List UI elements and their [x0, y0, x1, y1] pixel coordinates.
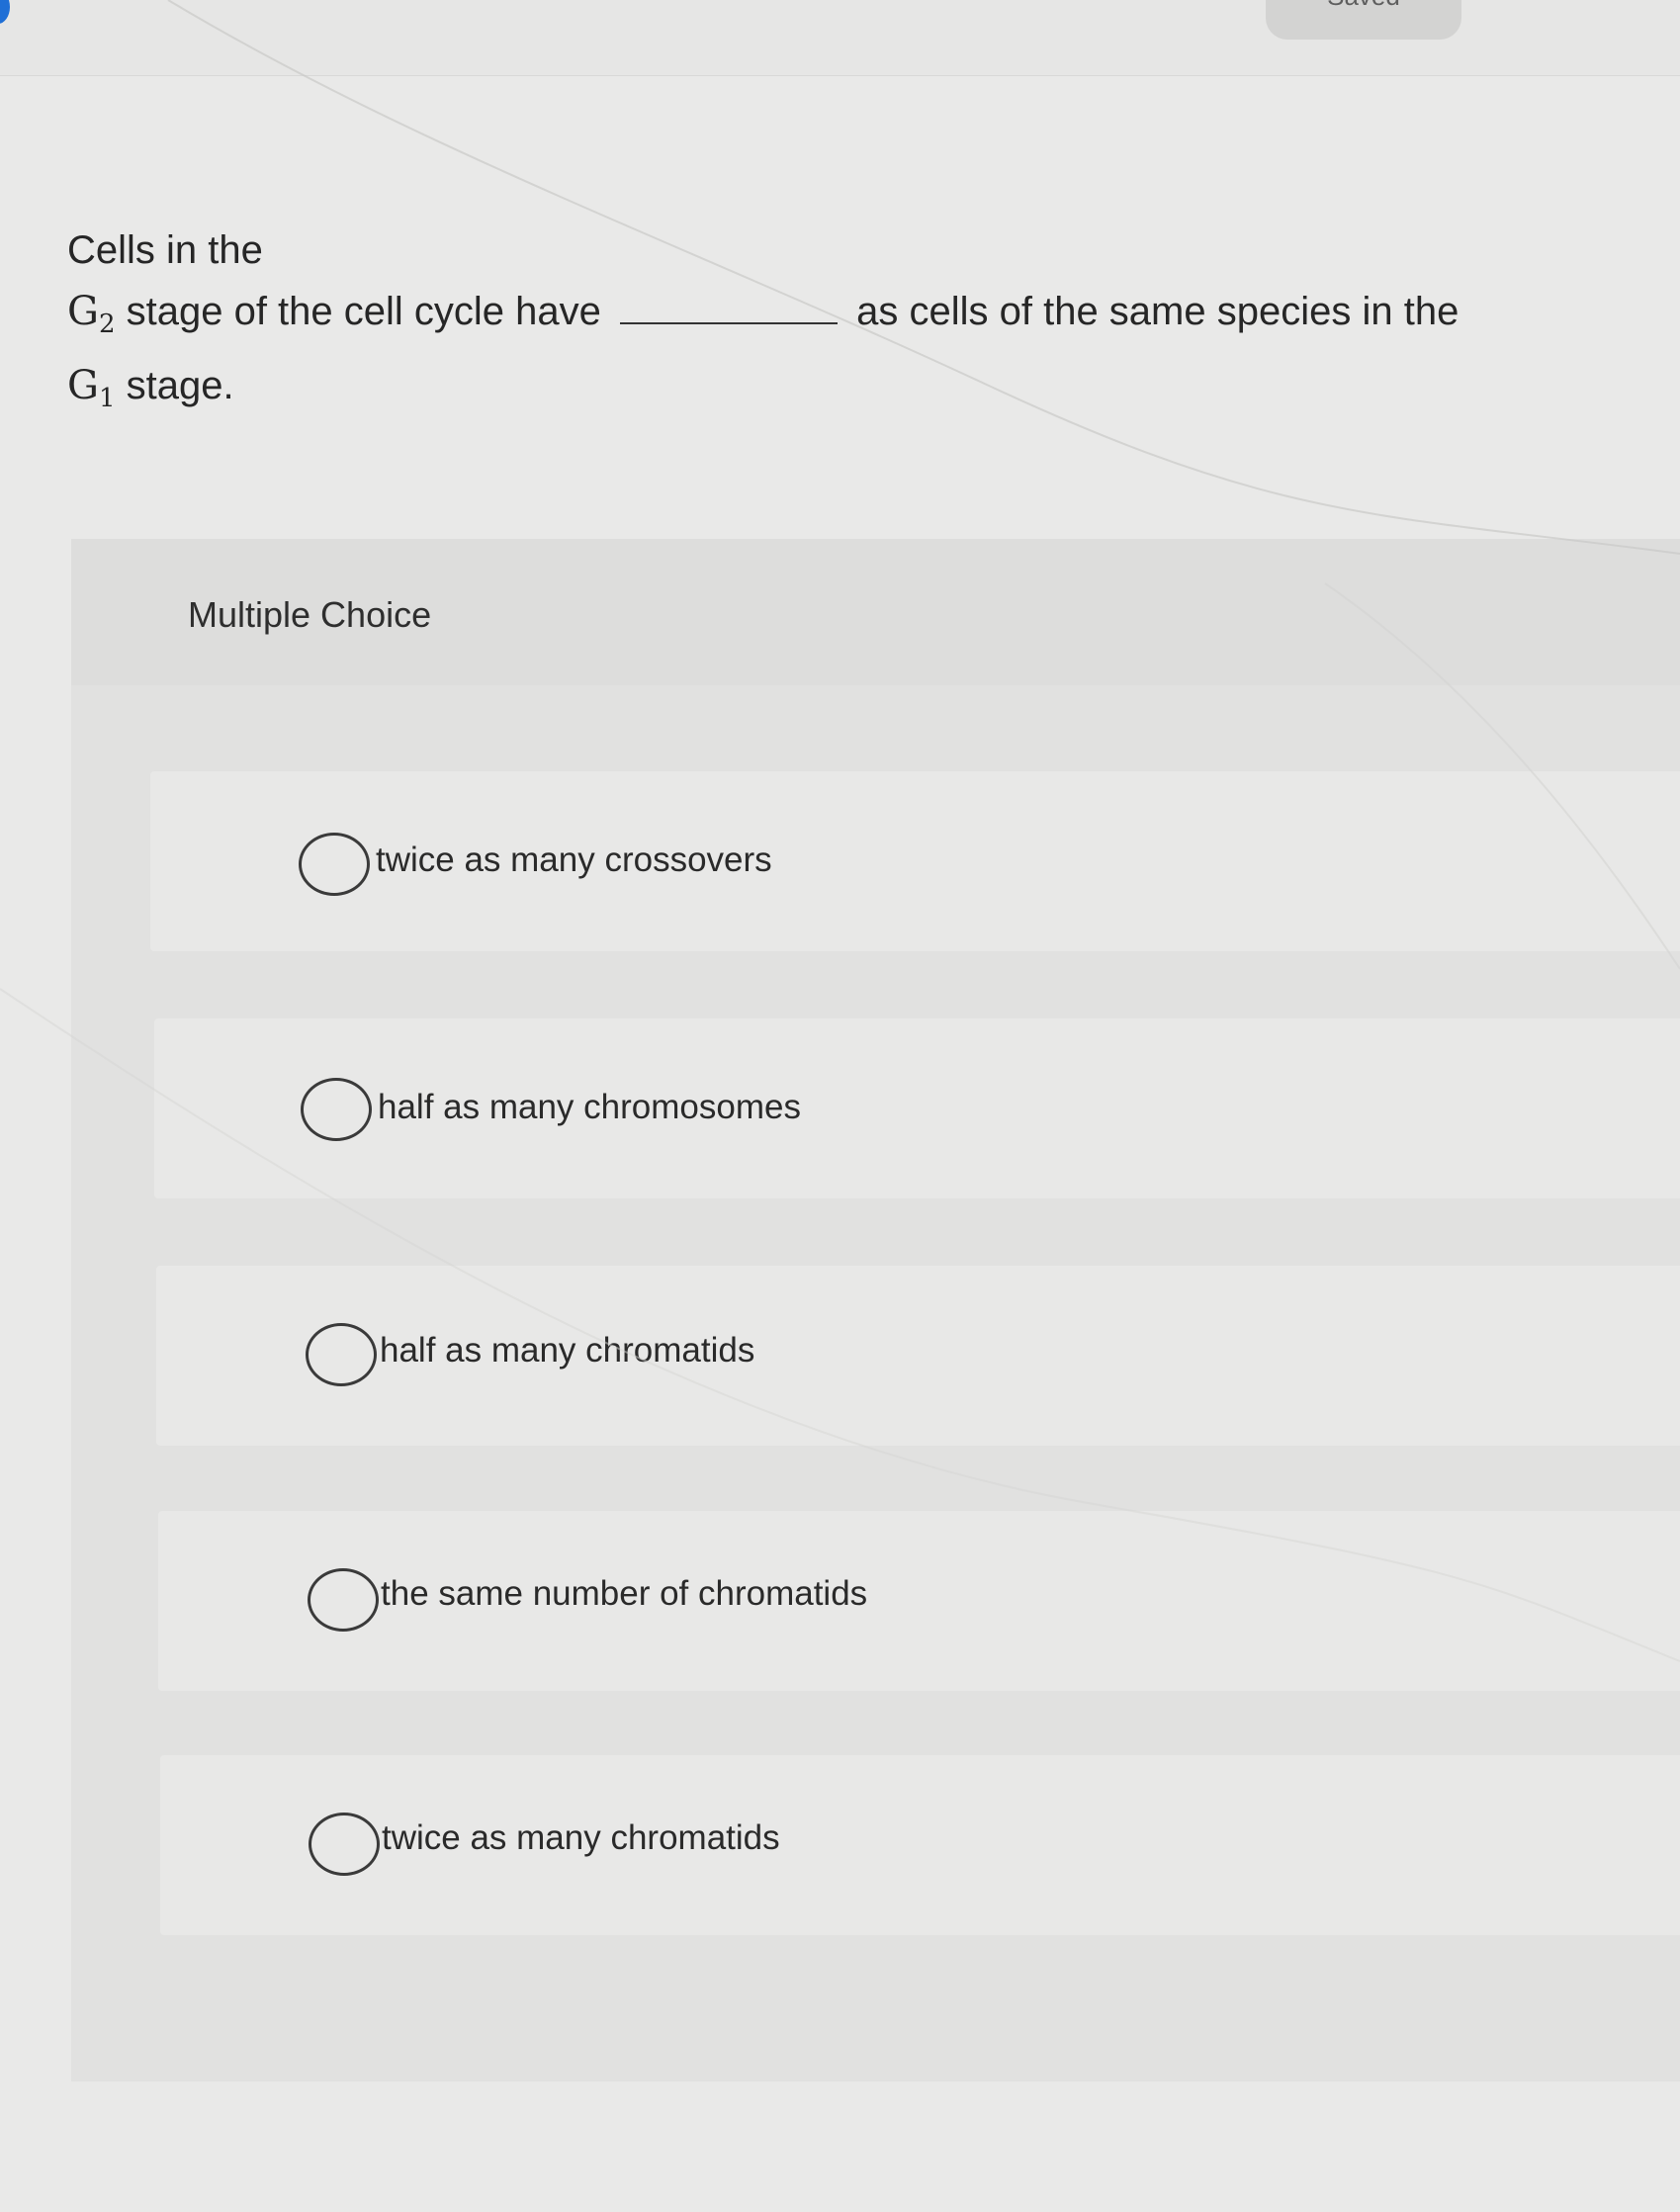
radio-button-icon[interactable]: [306, 1323, 377, 1386]
radio-button-icon[interactable]: [308, 1568, 379, 1632]
choice-label: twice as many crossovers: [376, 841, 772, 879]
saved-label: Saved: [1266, 0, 1461, 16]
question-line-1: Cells in the: [67, 228, 263, 272]
choice-option-2[interactable]: half as many chromosomes: [154, 1018, 1680, 1198]
saved-status-badge: Saved: [1266, 0, 1461, 40]
radio-button-icon[interactable]: [309, 1813, 380, 1876]
choice-label: half as many chromosomes: [378, 1088, 801, 1126]
choice-option-3[interactable]: half as many chromatids: [156, 1266, 1680, 1446]
choice-option-1[interactable]: twice as many crossovers: [150, 771, 1680, 951]
choice-label: the same number of chromatids: [381, 1574, 868, 1613]
g1-symbol: G1: [67, 363, 116, 413]
question-prompt: Cells in the G2 stage of the cell cycle …: [67, 220, 1649, 429]
status-indicator: [0, 0, 10, 24]
radio-button-icon[interactable]: [299, 833, 370, 896]
question-line-2: G2 stage of the cell cycle have as cells…: [67, 281, 1649, 355]
multiple-choice-title: Multiple Choice: [188, 594, 432, 635]
answer-blank: [620, 283, 838, 324]
choice-label: twice as many chromatids: [382, 1818, 780, 1857]
question-line-3: G1 stage.: [67, 355, 1649, 429]
question-text-end: stage.: [115, 364, 234, 407]
g2-symbol: G2: [67, 289, 116, 339]
choice-label: half as many chromatids: [380, 1331, 755, 1370]
question-text-middle: stage of the cell cycle have: [115, 290, 612, 333]
multiple-choice-header: Multiple Choice: [71, 539, 1680, 685]
top-bar: Saved: [0, 0, 1680, 76]
question-text-tail: as cells of the same species in the: [845, 290, 1459, 333]
radio-button-icon[interactable]: [301, 1078, 372, 1141]
choice-option-4[interactable]: the same number of chromatids: [158, 1511, 1680, 1691]
multiple-choice-panel: Multiple Choice twice as many crossovers…: [71, 539, 1680, 2081]
choice-option-5[interactable]: twice as many chromatids: [160, 1755, 1680, 1935]
